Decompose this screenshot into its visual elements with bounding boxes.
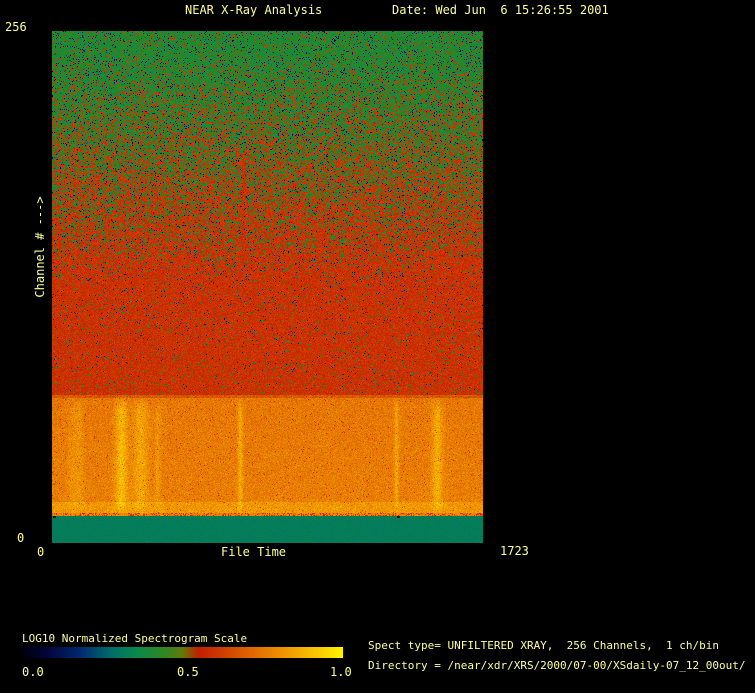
y-axis-max-label: 256 — [5, 20, 27, 34]
spect-type-line: Spect type= UNFILTERED XRAY, 256 Channel… — [368, 639, 719, 652]
colorbar-gradient — [22, 647, 343, 658]
x-axis-title: File Time — [221, 545, 287, 559]
x-axis-min-label: 0 — [37, 545, 45, 559]
colorbar-tick-max: 1.0 — [330, 665, 352, 679]
y-axis-title: Channel # ---> — [33, 196, 47, 298]
colorbar-tick-mid: 0.5 — [177, 665, 199, 679]
page-title: NEAR X-Ray Analysis — [185, 3, 323, 17]
date-label: Date: Wed Jun 6 15:26:55 2001 — [392, 3, 609, 17]
directory-line: Directory = /near/xdr/XRS/2000/07-00/XSd… — [368, 659, 746, 672]
x-axis-max-label: 1723 — [500, 544, 529, 558]
y-axis-min-label: 0 — [17, 531, 25, 545]
spectrogram-image — [52, 31, 483, 543]
colorbar-title: LOG10 Normalized Spectrogram Scale — [22, 632, 248, 645]
colorbar-tick-min: 0.0 — [22, 665, 44, 679]
near-xray-analysis-window: NEAR X-Ray Analysis Date: Wed Jun 6 15:2… — [0, 0, 755, 693]
